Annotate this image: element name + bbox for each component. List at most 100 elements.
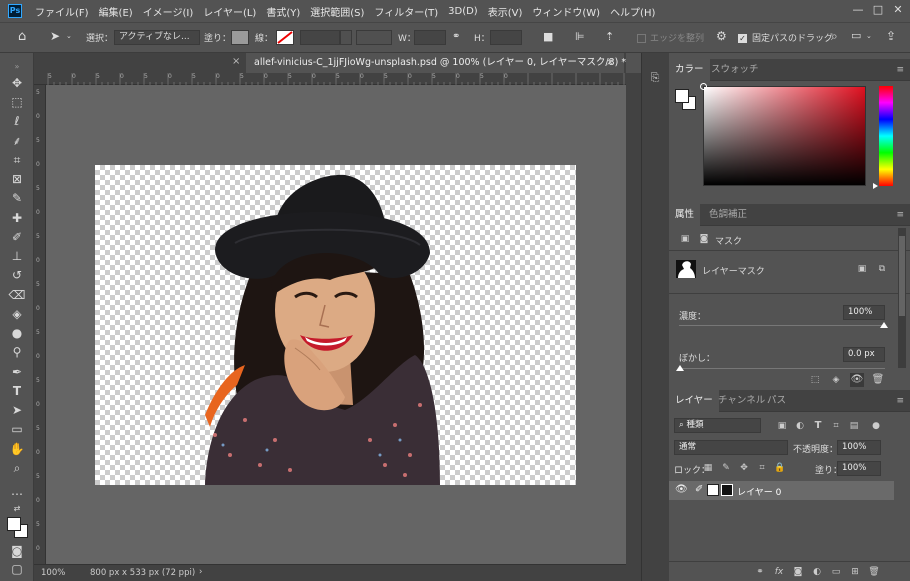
menu-file[interactable]: ファイル(F) bbox=[30, 4, 94, 19]
feather-field[interactable]: 0.0 px bbox=[843, 347, 885, 362]
brush-tool-icon[interactable]: ✐ bbox=[8, 229, 26, 245]
vertical-scrollbar[interactable] bbox=[626, 73, 641, 581]
menu-filter[interactable]: フィルター(T) bbox=[369, 4, 443, 19]
link-icon[interactable]: ⚭ bbox=[452, 31, 460, 42]
vector-mask-icon[interactable]: ◙ bbox=[697, 232, 711, 246]
chevron-down-icon[interactable]: ⌄ bbox=[66, 32, 72, 40]
constrain-path-checkbox[interactable]: ✓ bbox=[738, 34, 747, 43]
close-window-button[interactable]: ✕ bbox=[890, 3, 906, 17]
hue-slider[interactable] bbox=[879, 86, 893, 186]
menu-image[interactable]: イメージ(I) bbox=[138, 4, 199, 19]
default-colors-icon[interactable]: ⇄ bbox=[8, 501, 26, 517]
hand-tool-icon[interactable]: ✋ bbox=[8, 441, 26, 457]
add-mask-icon[interactable]: ◙ bbox=[791, 565, 805, 579]
blur-tool-icon[interactable]: ● bbox=[8, 325, 26, 341]
tab-properties[interactable]: 属性 bbox=[669, 204, 701, 226]
frame-tool-icon[interactable]: ⊠ bbox=[8, 171, 26, 187]
dodge-tool-icon[interactable]: ⚲ bbox=[8, 344, 26, 360]
tab-adjustments[interactable]: 色調補正 bbox=[703, 204, 753, 226]
tab-color[interactable]: カラー bbox=[669, 59, 710, 81]
lock-position-icon[interactable]: ✥ bbox=[737, 461, 751, 475]
layer-mask-thumbnail[interactable] bbox=[721, 484, 733, 496]
layer-filter-dropdown[interactable]: ⌕ 種類 bbox=[674, 418, 761, 433]
foreground-color-swatch[interactable] bbox=[7, 517, 21, 531]
lasso-tool-icon[interactable]: ℓ bbox=[8, 113, 26, 129]
feather-slider-handle[interactable] bbox=[676, 365, 684, 371]
filter-toggle-icon[interactable]: ● bbox=[869, 419, 883, 433]
filter-pixel-icon[interactable]: ▣ bbox=[775, 419, 789, 433]
document-tab-close-button[interactable]: × bbox=[606, 53, 614, 73]
rectangle-tool-icon[interactable]: ▭ bbox=[8, 421, 26, 437]
gear-icon[interactable]: ⚙ bbox=[716, 29, 727, 43]
workspace-icon[interactable]: ▭ bbox=[851, 29, 861, 42]
marquee-tool-icon[interactable]: ⬚ bbox=[8, 94, 26, 110]
history-brush-tool-icon[interactable]: ↺ bbox=[8, 267, 26, 283]
path-arrangement-icon[interactable]: ⇡ bbox=[605, 30, 614, 43]
paint-bucket-tool-icon[interactable]: ◈ bbox=[8, 306, 26, 322]
layer-row[interactable]: 👁 ✐ レイヤー 0 bbox=[669, 481, 894, 500]
path-selection-tool-icon[interactable]: ➤ bbox=[50, 29, 60, 43]
healing-brush-tool-icon[interactable]: ✚ bbox=[8, 210, 26, 226]
layer-name[interactable]: レイヤー 0 bbox=[737, 485, 781, 498]
tab-paths[interactable]: パス bbox=[761, 390, 792, 412]
zoom-level[interactable]: 100% bbox=[41, 568, 65, 578]
fill-field[interactable]: 100% bbox=[837, 461, 881, 476]
home-icon[interactable]: ⌂ bbox=[18, 29, 26, 44]
maximize-button[interactable]: □ bbox=[870, 3, 886, 17]
delete-layer-icon[interactable]: 🗑 bbox=[867, 565, 881, 579]
document-tab[interactable]: allef-vinicius-C_1jjFJioWg-unsplash.psd … bbox=[246, 53, 626, 73]
blend-mode-dropdown[interactable]: 通常 bbox=[674, 440, 788, 455]
color-panel-menu-icon[interactable]: ≡ bbox=[896, 65, 904, 75]
lock-all-icon[interactable]: 🔒 bbox=[773, 461, 787, 475]
clone-stamp-tool-icon[interactable]: ⊥ bbox=[8, 248, 26, 264]
apply-mask-icon[interactable]: ◈ bbox=[829, 373, 843, 387]
menu-edit[interactable]: 編集(E) bbox=[94, 4, 138, 19]
vertical-ruler[interactable]: 5 0 5 0 5 0 5 0 5 0 5 0 5 0 5 0 5 0 5 0 bbox=[34, 85, 46, 564]
type-tool-icon[interactable]: T bbox=[8, 383, 26, 399]
quick-mask-icon[interactable]: ◙ bbox=[8, 543, 26, 559]
new-adjustment-layer-icon[interactable]: ◐ bbox=[810, 565, 824, 579]
density-slider-handle[interactable] bbox=[880, 322, 888, 328]
properties-scrollbar-thumb[interactable] bbox=[899, 236, 905, 316]
height-field[interactable] bbox=[490, 30, 522, 45]
filter-adjustment-icon[interactable]: ◐ bbox=[793, 419, 807, 433]
color-panel-foreground-swatch[interactable] bbox=[675, 89, 689, 103]
menu-3d[interactable]: 3D(D) bbox=[443, 6, 483, 17]
search-icon[interactable]: ⌕ bbox=[831, 29, 838, 44]
filter-smart-object-icon[interactable]: ▤ bbox=[847, 419, 861, 433]
filter-type-icon[interactable]: T bbox=[811, 419, 825, 433]
hue-slider-handle[interactable] bbox=[873, 183, 878, 189]
link-layers-icon[interactable]: ⚭ bbox=[753, 565, 767, 579]
minimize-button[interactable]: — bbox=[850, 3, 866, 17]
move-tool-icon[interactable]: ✥ bbox=[8, 75, 26, 91]
menu-window[interactable]: ウィンドウ(W) bbox=[527, 4, 605, 19]
crop-tool-icon[interactable]: ⌗ bbox=[8, 152, 26, 168]
density-field[interactable]: 100% bbox=[843, 305, 885, 320]
horizontal-ruler[interactable]: 5 0 5 0 5 0 5 0 5 0 5 0 5 0 5 0 5 0 5 0 bbox=[34, 73, 626, 85]
history-panel-icon[interactable]: ⎘ bbox=[648, 71, 662, 85]
share-icon[interactable]: ⇪ bbox=[886, 29, 896, 43]
select-mask-icon[interactable]: ▣ bbox=[855, 262, 869, 276]
align-edges-checkbox[interactable] bbox=[637, 34, 646, 43]
color-field[interactable] bbox=[700, 83, 866, 186]
layers-panel-menu-icon[interactable]: ≡ bbox=[896, 396, 904, 406]
stroke-swatch[interactable] bbox=[276, 30, 294, 45]
disable-mask-eye-icon[interactable]: 👁 bbox=[850, 373, 864, 387]
layer-style-icon[interactable]: fx bbox=[772, 565, 786, 579]
menu-type[interactable]: 書式(Y) bbox=[261, 4, 305, 19]
status-menu-arrow[interactable]: › bbox=[199, 567, 202, 577]
color-picker-cursor[interactable] bbox=[700, 83, 707, 90]
more-tools-icon[interactable]: … bbox=[8, 483, 26, 499]
stroke-type-dropdown[interactable] bbox=[356, 30, 392, 45]
mask-thumbnail[interactable] bbox=[676, 260, 696, 278]
load-selection-icon[interactable]: ⬚ bbox=[808, 373, 822, 387]
width-field[interactable] bbox=[414, 30, 446, 45]
feather-slider[interactable] bbox=[679, 368, 885, 369]
document-canvas[interactable] bbox=[95, 165, 576, 485]
toolbar-collapse-icon[interactable]: » bbox=[8, 59, 26, 75]
path-selection-tool-icon[interactable]: ➤ bbox=[8, 402, 26, 418]
fill-swatch[interactable] bbox=[231, 30, 249, 45]
tab-swatches[interactable]: スウォッチ bbox=[705, 59, 765, 81]
filter-shape-icon[interactable]: ⌗ bbox=[829, 419, 843, 433]
quick-selection-tool-icon[interactable]: ⸙ bbox=[8, 133, 26, 149]
